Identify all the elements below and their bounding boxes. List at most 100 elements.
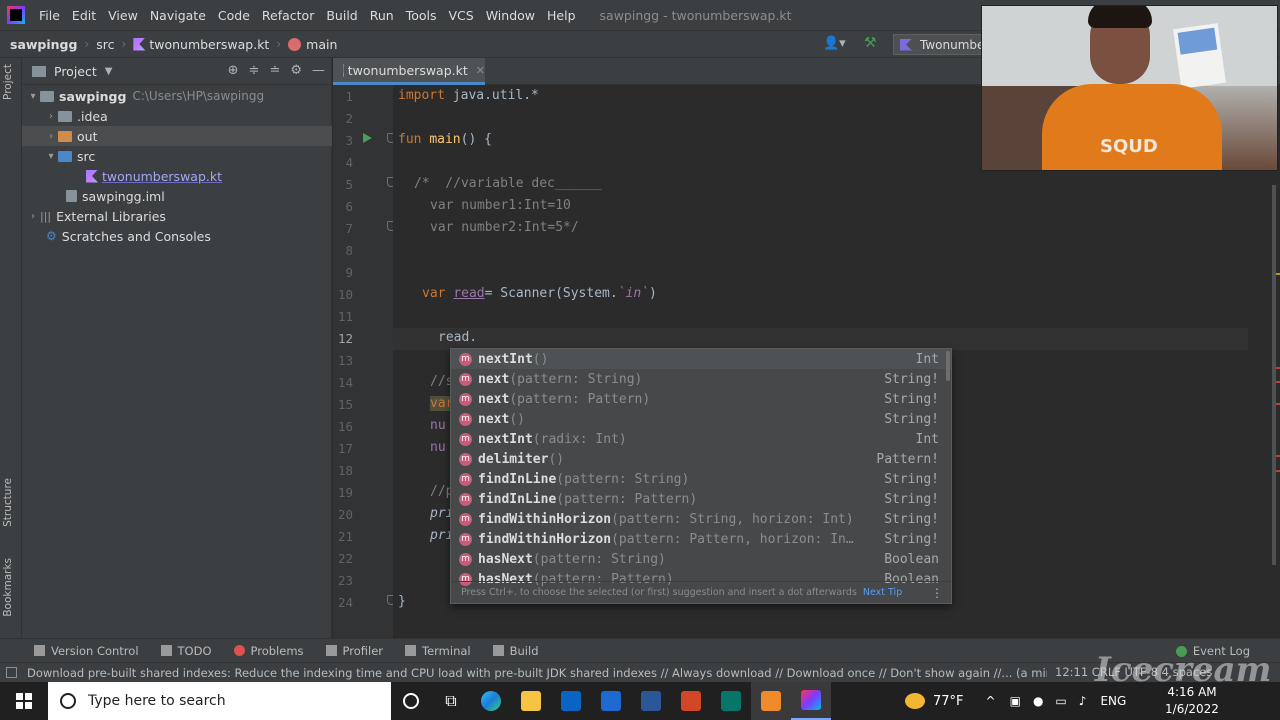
- line-number[interactable]: 13: [333, 353, 353, 368]
- user-account-icon[interactable]: 👤▾: [823, 36, 846, 51]
- collapse-all-icon[interactable]: ≐: [269, 63, 280, 78]
- suggestion-item[interactable]: m next() String!: [451, 409, 951, 429]
- weather-temp[interactable]: 77°F: [933, 694, 964, 709]
- line-number[interactable]: 20: [333, 507, 353, 522]
- suggestion-item[interactable]: m next (pattern: Pattern) String!: [451, 389, 951, 409]
- line-number[interactable]: 22: [333, 551, 353, 566]
- suggestion-item[interactable]: m next (pattern: String) String!: [451, 369, 951, 389]
- chevron-up-icon[interactable]: ^: [986, 694, 996, 708]
- line-number[interactable]: 17: [333, 441, 353, 456]
- store-app[interactable]: [551, 682, 591, 720]
- line-number[interactable]: 23: [333, 573, 353, 588]
- chevron-down-icon[interactable]: ▾: [44, 151, 58, 162]
- tree-item-iml[interactable]: sawpingg.iml: [22, 186, 332, 206]
- microphone-icon[interactable]: ●: [1033, 694, 1043, 708]
- run-gutter-icon[interactable]: [363, 133, 372, 143]
- breadcrumb-project[interactable]: sawpingg: [0, 37, 81, 52]
- menu-edit[interactable]: Edit: [66, 8, 102, 23]
- line-number[interactable]: 15: [333, 397, 353, 412]
- chevron-down-icon[interactable]: ▼: [105, 66, 113, 77]
- line-number[interactable]: 8: [333, 243, 353, 258]
- weather-icon[interactable]: [905, 693, 925, 709]
- suggestion-item[interactable]: m findWithinHorizon (pattern: Pattern, hor…: [451, 529, 951, 549]
- menu-tools[interactable]: Tools: [400, 8, 443, 23]
- tree-item-twonumberswap[interactable]: twonumberswap.kt: [22, 166, 332, 186]
- line-number[interactable]: 6: [333, 199, 353, 214]
- line-number[interactable]: 5: [333, 177, 353, 192]
- suggestion-item[interactable]: m findWithinHorizon (pattern: String, hori…: [451, 509, 951, 529]
- suggestion-item[interactable]: m hasNext (pattern: String) Boolean: [451, 549, 951, 569]
- locate-file-icon[interactable]: ⊕: [228, 63, 239, 78]
- suggestion-item[interactable]: m findInLine (pattern: String) String!: [451, 469, 951, 489]
- tree-item-idea[interactable]: › .idea: [22, 106, 332, 126]
- line-number[interactable]: 4: [333, 155, 353, 170]
- breadcrumb-function[interactable]: main: [284, 37, 341, 52]
- project-tool-tab[interactable]: Project: [2, 64, 14, 100]
- suggestion-item[interactable]: m nextInt (radix: Int) Int: [451, 429, 951, 449]
- line-number[interactable]: 12: [333, 331, 353, 346]
- popup-scrollbar[interactable]: [946, 351, 950, 381]
- tree-item-external-libraries[interactable]: › ||| External Libraries: [22, 206, 332, 226]
- menu-file[interactable]: File: [33, 8, 66, 23]
- breadcrumb-folder[interactable]: src: [92, 37, 118, 52]
- editor-scrollbar[interactable]: [1272, 185, 1276, 565]
- run-configuration-selector[interactable]: Twonumbe: [893, 34, 993, 55]
- line-number[interactable]: 2: [333, 111, 353, 126]
- line-number[interactable]: 19: [333, 485, 353, 500]
- menu-window[interactable]: Window: [480, 8, 541, 23]
- chevron-right-icon[interactable]: ›: [44, 131, 58, 142]
- meet-now-icon[interactable]: ▣: [1010, 694, 1021, 708]
- battery-icon[interactable]: ▭: [1055, 694, 1066, 708]
- build-button[interactable]: Build: [492, 644, 539, 658]
- toggle-tool-windows-icon[interactable]: [6, 667, 17, 678]
- menu-build[interactable]: Build: [320, 8, 363, 23]
- menu-help[interactable]: Help: [541, 8, 582, 23]
- menu-run[interactable]: Run: [364, 8, 400, 23]
- status-message[interactable]: Download pre-built shared indexes: Reduc…: [27, 666, 1047, 680]
- next-tip-link[interactable]: Next Tip: [863, 587, 902, 598]
- tree-item-scratches[interactable]: ⚙ Scratches and Consoles: [22, 226, 332, 246]
- menu-code[interactable]: Code: [212, 8, 256, 23]
- line-number[interactable]: 10: [333, 287, 353, 302]
- profiler-button[interactable]: Profiler: [325, 644, 383, 658]
- tab-twonumberswap[interactable]: twonumberswap.kt ✕: [333, 58, 485, 85]
- suggestion-item[interactable]: m delimiter() Pattern!: [451, 449, 951, 469]
- publisher-app[interactable]: [711, 682, 751, 720]
- breadcrumb-file[interactable]: twonumberswap.kt: [129, 37, 273, 52]
- line-number[interactable]: 7: [333, 221, 353, 236]
- file-explorer-app[interactable]: [511, 682, 551, 720]
- line-number[interactable]: 11: [333, 309, 353, 324]
- menu-refactor[interactable]: Refactor: [256, 8, 320, 23]
- line-number[interactable]: 14: [333, 375, 353, 390]
- line-number[interactable]: 21: [333, 529, 353, 544]
- word-app[interactable]: [631, 682, 671, 720]
- intellij-app[interactable]: [791, 682, 831, 720]
- line-number[interactable]: 9: [333, 265, 353, 280]
- line-number[interactable]: 3: [333, 133, 353, 148]
- close-icon[interactable]: ✕: [476, 64, 485, 77]
- version-control-button[interactable]: Version Control: [34, 644, 139, 658]
- cortana-button[interactable]: [391, 682, 431, 720]
- line-number[interactable]: 24: [333, 595, 353, 610]
- language-indicator[interactable]: ENG: [1100, 694, 1126, 708]
- suggestion-item[interactable]: m findInLine (pattern: Pattern) String!: [451, 489, 951, 509]
- structure-tool-tab[interactable]: Structure: [2, 478, 14, 527]
- suggestion-item[interactable]: m nextInt() Int: [451, 349, 951, 369]
- mail-app[interactable]: [591, 682, 631, 720]
- more-options-icon[interactable]: ⋮: [931, 586, 943, 600]
- volume-icon[interactable]: ♪: [1079, 694, 1087, 708]
- expand-all-icon[interactable]: ≑: [249, 63, 260, 78]
- project-panel-title[interactable]: Project: [54, 64, 97, 79]
- powerpoint-app[interactable]: [671, 682, 711, 720]
- hide-panel-icon[interactable]: —: [312, 63, 325, 78]
- line-number[interactable]: 16: [333, 419, 353, 434]
- task-view-button[interactable]: ⧉: [431, 682, 471, 720]
- gear-icon[interactable]: ⚙: [290, 63, 302, 78]
- chevron-down-icon[interactable]: ▾: [26, 91, 40, 102]
- menu-navigate[interactable]: Navigate: [144, 8, 212, 23]
- start-button[interactable]: [0, 682, 48, 720]
- line-number[interactable]: 1: [333, 89, 353, 104]
- tree-item-out[interactable]: › out: [22, 126, 332, 146]
- terminal-button[interactable]: Terminal: [405, 644, 471, 658]
- menu-view[interactable]: View: [102, 8, 144, 23]
